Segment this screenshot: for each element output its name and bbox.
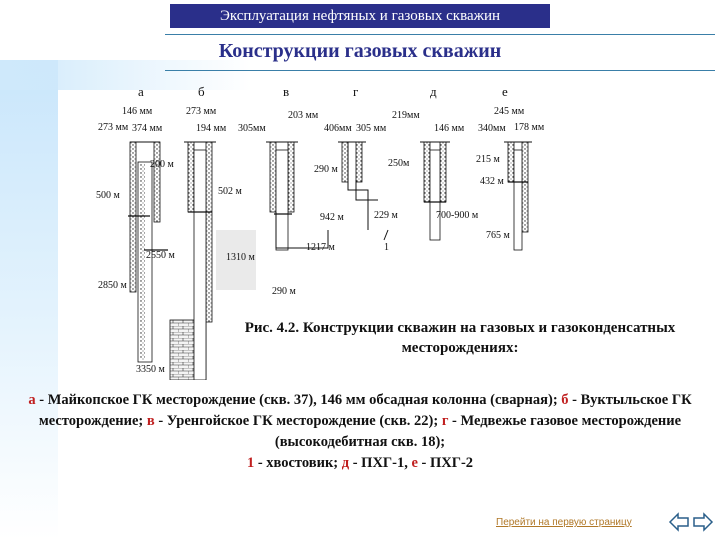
title-divider-top [165,34,715,35]
prev-arrow-icon[interactable] [668,512,689,532]
label-v-diam1: 203 мм [288,110,319,121]
label-g-diam1: 219мм [392,110,420,121]
title-divider-bottom [165,70,715,71]
label-d-d700: 700-900 м [436,210,479,221]
column-label-v: в [283,84,289,99]
label-v-d290: 290 м [314,164,339,175]
legend-key-d: д [341,455,350,471]
figure-caption: Рис. 4.2. Конструкции скважин на газовых… [244,320,676,356]
label-a-d2550: 2550 м [146,250,176,261]
figure-legend: а - Майкопское ГК месторождение (скв. 37… [24,390,696,474]
label-a-d2850: 2850 м [98,280,128,291]
column-label-b: б [198,84,205,99]
legend-key-v: в [146,413,155,429]
label-b-diam2: 194 мм [196,123,227,134]
legend-text-v: - Уренгойское ГК месторождение (скв. 22)… [154,413,442,429]
well-v [266,141,329,251]
label-a-d3350: 3350 м [136,364,166,375]
well-d [420,141,450,241]
label-b-d502: 502 м [218,186,243,197]
legend-key-a: а [28,392,36,408]
label-g-diam2: 146 мм [434,123,465,134]
label-g-d250: 250м [388,158,410,169]
label-a-diam1: 146 мм [122,106,153,117]
label-v-diam2: 406мм [324,123,352,134]
nav-arrows [668,512,714,532]
well-g [338,141,389,241]
column-label-e: е [502,84,508,99]
label-e-d215: 215 м [476,154,501,165]
label-v-d942: 942 м [320,212,345,223]
label-a-d200: 200 м [150,159,175,170]
label-d-diam1: 340мм [478,123,506,134]
label-b-d290: 290 м [272,286,297,297]
next-arrow-icon[interactable] [693,512,714,532]
label-b-diam3: 305мм [238,123,266,134]
label-a-diam3: 374 мм [132,123,163,134]
legend-text-e: - ПХГ-2 [417,455,474,471]
label-a-d500: 500 м [96,190,121,201]
label-v-diam3: 305 мм [356,123,387,134]
label-e-d432: 432 м [480,176,505,187]
label-tail-mark: 1 [384,242,389,253]
page-title: Конструкции газовых скважин [218,40,502,62]
legend-text-d: - ПХГ-1, [349,455,412,471]
label-b-diam1: 273 мм [186,106,217,117]
label-a-diam2: 273 мм [98,122,129,133]
legend-text-1: - хвостовик; [254,455,342,471]
label-e-d765: 765 м [486,230,511,241]
label-e-diam1: 245 мм [494,106,525,117]
legend-key-b: б [561,392,569,408]
column-label-a: а [138,84,144,99]
label-g-d229: 229 м [374,210,399,221]
header-text: Эксплуатация нефтяных и газовых скважин [219,8,501,24]
label-e-diam2: 178 мм [514,122,545,133]
legend-text-a: - Майкопское ГК месторождение (скв. 37),… [35,392,562,408]
label-b-d1310: 1310 м [226,252,256,263]
column-label-g: г [353,84,358,99]
first-page-link[interactable]: Перейти на первую страницу [496,517,632,528]
header-bar: Эксплуатация нефтяных и газовых скважин [170,4,550,28]
column-label-d: д [430,84,437,99]
label-v-d1217: 1217 м [306,242,336,253]
